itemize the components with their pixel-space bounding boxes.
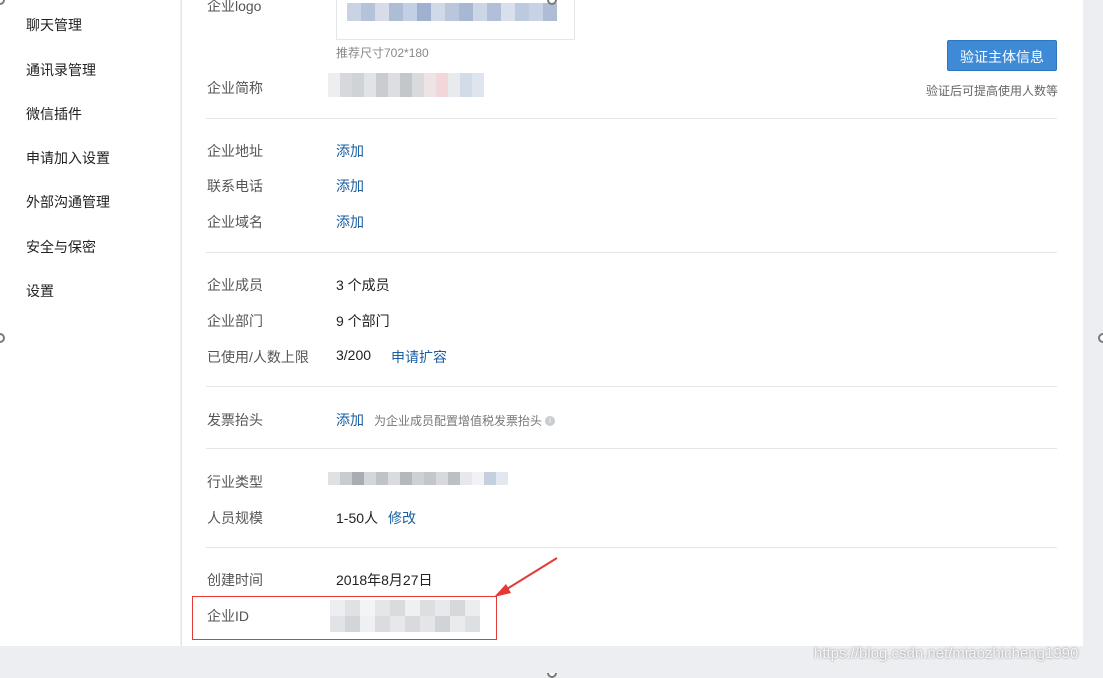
invoice-label: 发票抬头 [207, 412, 263, 428]
logo-size-hint: 推荐尺寸702*180 [336, 46, 429, 60]
logo-label: 企业logo [207, 0, 262, 14]
section-divider [206, 448, 1057, 449]
sidebar-item-contacts[interactable]: 通讯录管理 [26, 60, 96, 80]
members-value: 3 个成员 [336, 277, 390, 293]
invoice-hint: 为企业成员配置增值税发票抬头 [374, 414, 543, 428]
industry-blurred-value [328, 472, 508, 485]
edit-scale-link[interactable]: 修改 [388, 508, 416, 528]
departments-label: 企业部门 [207, 313, 263, 329]
created-time-value: 2018年8月27日 [336, 572, 433, 588]
short-name-label: 企业简称 [207, 80, 263, 96]
company-info-panel: 企业logo 推荐尺寸702*180 验证主体信息 验证后可提高使用人数等 企业… [181, 0, 1083, 646]
verify-tip: 验证后可提高使用人数等 [925, 84, 1058, 98]
industry-label: 行业类型 [207, 474, 263, 490]
add-invoice-link[interactable]: 添加 [336, 410, 364, 430]
created-time-label: 创建时间 [207, 572, 263, 588]
user-limit-value: 3/200 [336, 347, 372, 363]
logo-upload-area[interactable] [336, 0, 575, 40]
user-limit-label: 已使用/人数上限 [207, 349, 309, 365]
sidebar-item-chat[interactable]: 聊天管理 [26, 15, 82, 35]
sidebar: 聊天管理 通讯录管理 微信插件 申请加入设置 外部沟通管理 安全与保密 设置 [0, 0, 180, 646]
add-domain-link[interactable]: 添加 [336, 212, 364, 232]
corp-id-highlight-box [192, 596, 497, 640]
invoice-hint-group: 为企业成员配置增值税发票抬头 i [374, 412, 556, 430]
logo-blurred-image [347, 3, 557, 21]
sidebar-item-settings[interactable]: 设置 [26, 281, 54, 301]
watermark: https://blog.csdn.net/miaozhicheng1990 [814, 645, 1079, 662]
short-name-blurred-value [328, 73, 484, 97]
apply-expansion-link[interactable]: 申请扩容 [391, 347, 447, 367]
add-address-link[interactable]: 添加 [336, 141, 364, 161]
sidebar-item-join-settings[interactable]: 申请加入设置 [26, 148, 110, 168]
sidebar-item-external[interactable]: 外部沟通管理 [26, 192, 110, 212]
section-divider [206, 547, 1057, 548]
domain-label: 企业域名 [207, 214, 263, 230]
section-divider [206, 118, 1057, 119]
scale-value: 1-50人 [336, 510, 379, 526]
red-arrow-icon [494, 557, 558, 597]
address-label: 企业地址 [207, 143, 263, 159]
sidebar-item-wechat-plugin[interactable]: 微信插件 [26, 104, 82, 124]
sidebar-item-security[interactable]: 安全与保密 [26, 237, 96, 257]
scale-label: 人员规模 [207, 510, 263, 526]
verify-entity-button[interactable]: 验证主体信息 [947, 40, 1057, 71]
resize-handle[interactable] [1098, 333, 1103, 343]
section-divider [206, 386, 1057, 387]
section-divider [206, 252, 1057, 253]
info-icon[interactable]: i [545, 415, 556, 426]
departments-value: 9 个部门 [336, 313, 390, 329]
members-label: 企业成员 [207, 277, 263, 293]
add-phone-link[interactable]: 添加 [336, 176, 364, 196]
phone-label: 联系电话 [207, 178, 263, 194]
